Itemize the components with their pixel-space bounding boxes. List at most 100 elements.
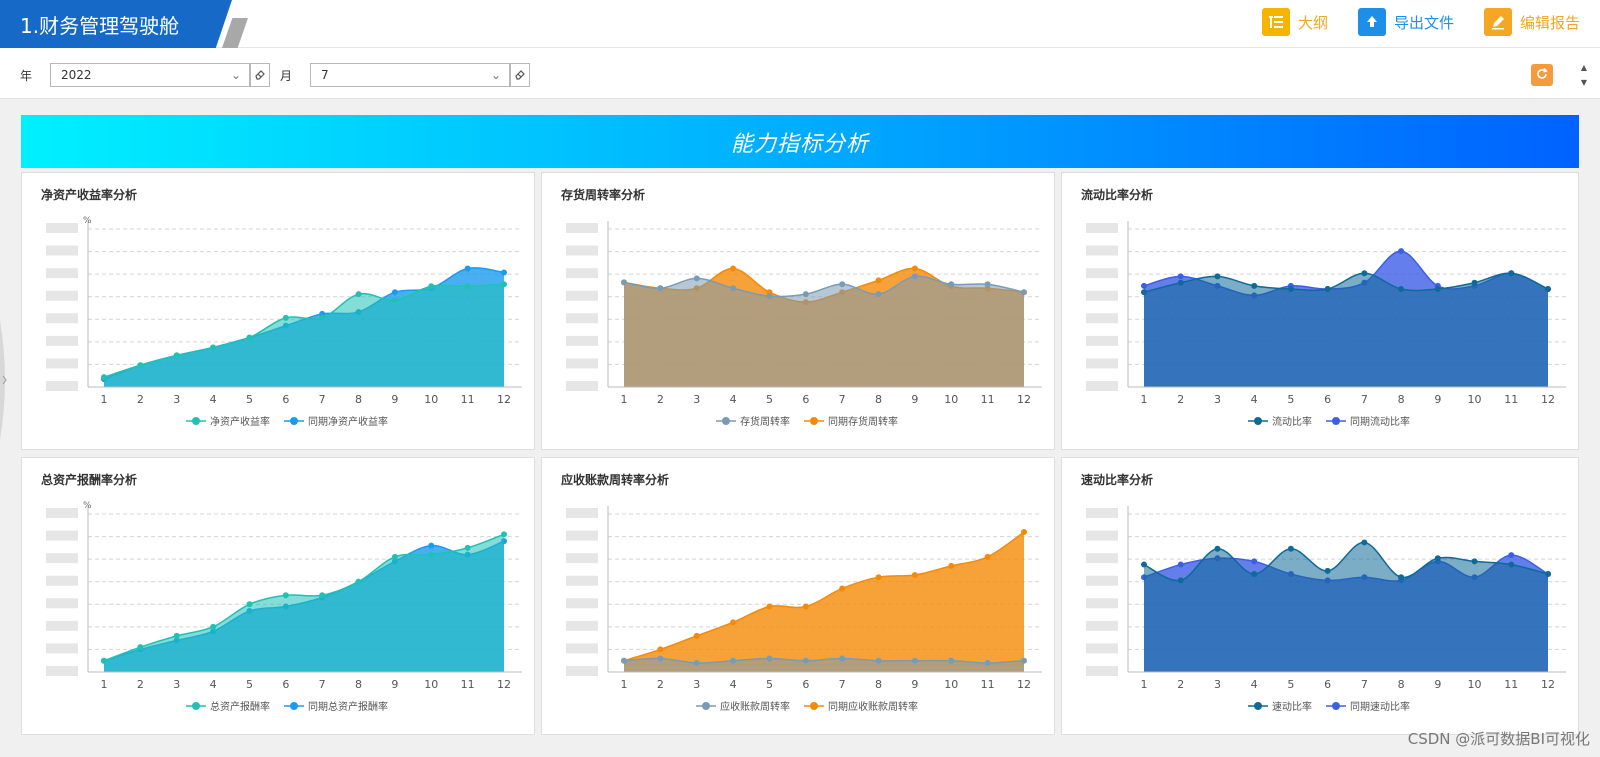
legend-label: 同期应收账款周转率: [828, 700, 918, 713]
top-bar: 1.财务管理驾驶舱 大纲 导出文件 编辑报告: [0, 0, 1600, 48]
data-point: [766, 293, 773, 300]
x-tick-label: 6: [802, 393, 809, 406]
data-point: [766, 603, 773, 610]
y-tick-label-redacted: [1086, 358, 1118, 369]
legend-label: 流动比率: [1272, 415, 1312, 428]
year-clear-button[interactable]: [250, 63, 270, 87]
x-tick-label: 5: [766, 678, 773, 691]
y-tick-label-redacted: [1086, 620, 1118, 631]
x-tick-label: 7: [839, 678, 846, 691]
x-tick-label: 2: [137, 678, 144, 691]
outline-button[interactable]: 大纲: [1261, 8, 1328, 36]
collapse-toggle[interactable]: ▲ ▼: [1578, 63, 1590, 87]
y-tick-label-redacted: [1086, 508, 1118, 518]
data-point: [501, 531, 507, 538]
x-tick-label: 1: [621, 678, 628, 691]
filter-toolbar: 年 2022 ⌄ 月 7 ⌄: [0, 48, 1600, 99]
data-point: [839, 655, 846, 662]
data-point: [1398, 286, 1405, 293]
x-tick-label: 11: [1504, 678, 1518, 691]
side-panel-handle[interactable]: [0, 320, 10, 440]
x-tick-label: 1: [101, 393, 108, 406]
data-point: [210, 344, 217, 351]
x-tick-label: 5: [1287, 678, 1294, 691]
data-point: [730, 657, 737, 664]
chart-panel-quick-ratio: 速动比率分析 1 2 3 4 5 6 7 8 9 10 11 12 速动比率 同期速动比率: [1061, 457, 1579, 735]
x-tick-label: 7: [839, 393, 846, 406]
month-select[interactable]: 7 ⌄: [310, 63, 510, 87]
x-tick-label: 8: [355, 393, 362, 406]
watermark: CSDN @派可数据BI可视化: [1407, 730, 1590, 748]
data-point: [730, 619, 737, 626]
legend-item: 速动比率: [1248, 700, 1312, 713]
data-point: [1251, 558, 1258, 565]
top-actions: 大纲 导出文件 编辑报告: [1261, 8, 1580, 36]
legend-item: 应收账款周转率: [696, 700, 790, 713]
data-point: [730, 285, 737, 292]
x-tick-label: 11: [461, 393, 475, 406]
outline-label: 大纲: [1297, 13, 1328, 32]
data-point: [391, 553, 398, 560]
y-tick-label-redacted: [46, 268, 78, 279]
data-point: [802, 291, 809, 298]
edit-report-button[interactable]: 编辑报告: [1483, 8, 1580, 36]
banner-title: 能力指标分析: [730, 131, 869, 157]
x-tick-label: 10: [424, 678, 438, 691]
data-point: [1141, 282, 1147, 289]
y-tick-label-redacted: [1086, 530, 1118, 541]
x-tick-label: 9: [1434, 678, 1441, 691]
data-point: [1021, 289, 1027, 296]
data-point: [391, 289, 398, 296]
x-tick-label: 1: [1141, 393, 1148, 406]
x-tick-label: 7: [319, 678, 326, 691]
y-tick-label-redacted: [566, 223, 598, 233]
legend-label: 同期流动比率: [1350, 415, 1410, 428]
x-tick-label: 9: [391, 393, 398, 406]
legend-label: 同期存货周转率: [828, 415, 898, 428]
data-point: [1398, 574, 1405, 581]
x-tick-label: 12: [497, 678, 511, 691]
chart-svg: %1 2 3 4 5 6 7 8 9 10 11 12总资产报酬率 同期总资产报酬率: [46, 501, 522, 713]
data-point: [1545, 571, 1551, 578]
eraser-icon: [254, 66, 266, 85]
y-tick-label-redacted: [566, 381, 598, 391]
chart-svg: 1 2 3 4 5 6 7 8 9 10 11 12应收账款周转率 同期应收账款周转率: [566, 506, 1042, 713]
x-tick-label: 9: [911, 393, 918, 406]
legend-item: 总资产报酬率: [186, 700, 270, 713]
data-point: [391, 297, 398, 304]
edit-icon: [1483, 8, 1512, 36]
year-select[interactable]: 2022 ⌄: [50, 63, 250, 87]
data-point: [1508, 270, 1515, 277]
data-point: [1177, 561, 1184, 568]
y-tick-label-redacted: [46, 553, 78, 564]
y-tick-label-redacted: [566, 553, 598, 564]
y-tick-label-redacted: [566, 245, 598, 256]
y-tick-label-redacted: [1086, 313, 1118, 324]
x-tick-label: 4: [730, 393, 737, 406]
x-tick-label: 6: [282, 678, 289, 691]
legend-label: 速动比率: [1272, 700, 1312, 713]
data-point: [137, 362, 144, 369]
data-point: [1434, 286, 1441, 293]
x-tick-label: 3: [1214, 678, 1221, 691]
data-point: [911, 571, 918, 578]
data-point: [1214, 545, 1221, 552]
series-area: [104, 534, 504, 672]
data-point: [1545, 286, 1551, 293]
legend-label: 同期总资产报酬率: [308, 700, 388, 713]
export-button[interactable]: 导出文件: [1357, 8, 1454, 36]
legend-label: 存货周转率: [740, 415, 790, 428]
data-point: [802, 657, 809, 664]
x-tick-label: 7: [319, 393, 326, 406]
x-tick-label: 10: [944, 393, 958, 406]
y-tick-label-redacted: [46, 381, 78, 391]
data-point: [1177, 273, 1184, 280]
x-tick-label: 6: [1324, 678, 1331, 691]
data-point: [1251, 571, 1258, 578]
x-tick-label: 2: [1177, 393, 1184, 406]
refresh-button[interactable]: [1531, 64, 1553, 86]
x-tick-label: 10: [1468, 678, 1482, 691]
chart-panel-inventory: 存货周转率分析 1 2 3 4 5 6 7 8 9 10 11 12 存货周转率 同期存货周转率: [541, 172, 1055, 450]
month-clear-button[interactable]: [510, 63, 530, 87]
y-unit-label: %: [83, 216, 92, 226]
